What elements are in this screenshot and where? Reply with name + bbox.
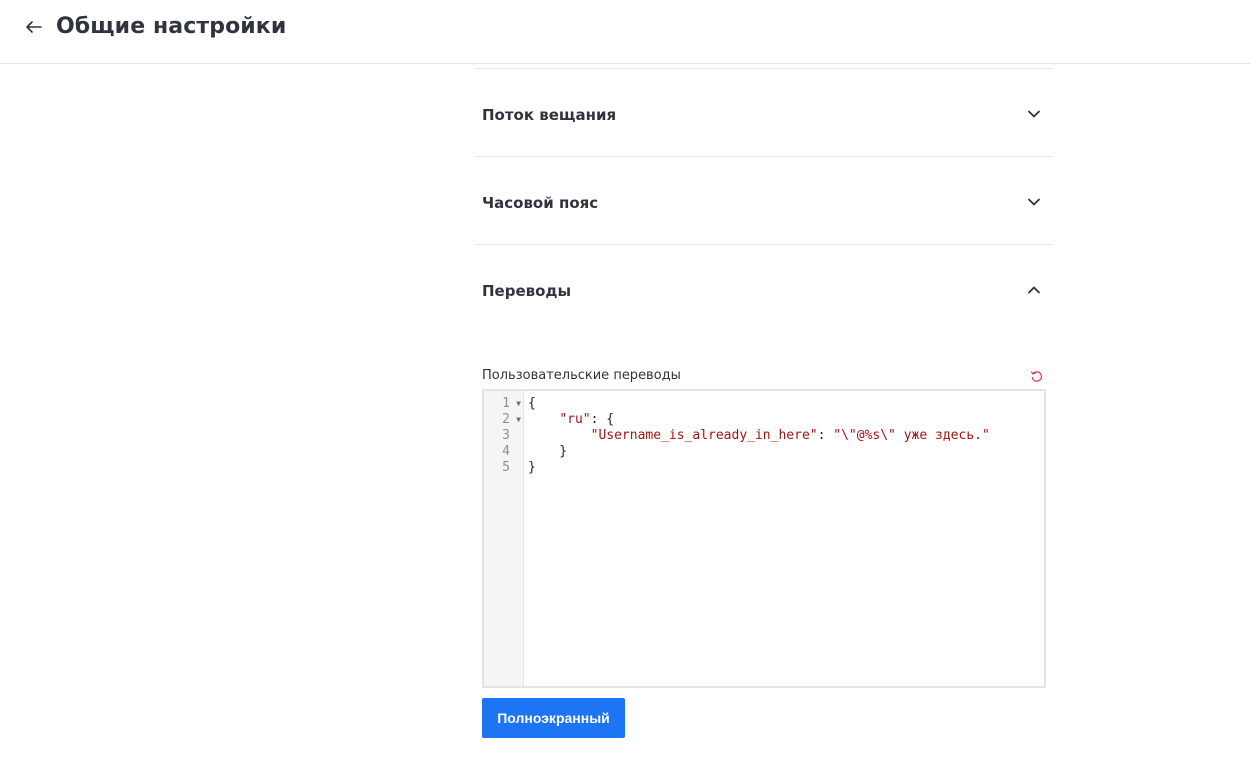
code-line: "Username_is_already_in_here": "\"@%s\" … (590, 428, 990, 443)
chevron-up-icon (1028, 286, 1040, 294)
page-title: Общие настройки (56, 14, 287, 39)
code-editor[interactable]: 1 ▼ 2 ▼ 3 4 5 { "ru": { "Username_is_alr… (482, 389, 1046, 688)
code-line: } (528, 460, 536, 475)
section-title: Переводы (482, 282, 572, 300)
back-button[interactable] (22, 14, 46, 40)
section-title: Часовой пояс (482, 194, 599, 212)
chevron-down-icon (1028, 198, 1040, 206)
section-translations[interactable]: Переводы (475, 245, 1053, 333)
custom-translations-label: Пользовательские переводы (482, 368, 681, 383)
line-number: 1 ▼ (502, 396, 521, 412)
line-number: 5 (502, 460, 510, 475)
editor-code-area[interactable]: { "ru": { "Username_is_already_in_here":… (528, 391, 1042, 686)
code-line: "ru": { (559, 412, 615, 427)
reset-icon[interactable] (1030, 370, 1043, 383)
fold-arrow-icon[interactable]: ▼ (516, 396, 521, 412)
editor-gutter: 1 ▼ 2 ▼ 3 4 5 (484, 391, 524, 686)
section-stream[interactable]: Поток вещания (475, 69, 1053, 157)
line-number: 4 (502, 444, 510, 459)
line-number: 2 ▼ (502, 412, 521, 428)
fullscreen-button[interactable]: Полноэкранный (482, 698, 625, 738)
section-timezone[interactable]: Часовой пояс (475, 157, 1053, 245)
page-header: Общие настройки (0, 0, 1250, 64)
section-title: Поток вещания (482, 106, 617, 124)
arrow-left-icon (26, 21, 42, 33)
code-line: { (528, 396, 536, 411)
fold-arrow-icon[interactable]: ▼ (516, 412, 521, 428)
line-number: 3 (502, 428, 510, 443)
code-line: } (528, 444, 568, 459)
chevron-down-icon (1028, 110, 1040, 118)
